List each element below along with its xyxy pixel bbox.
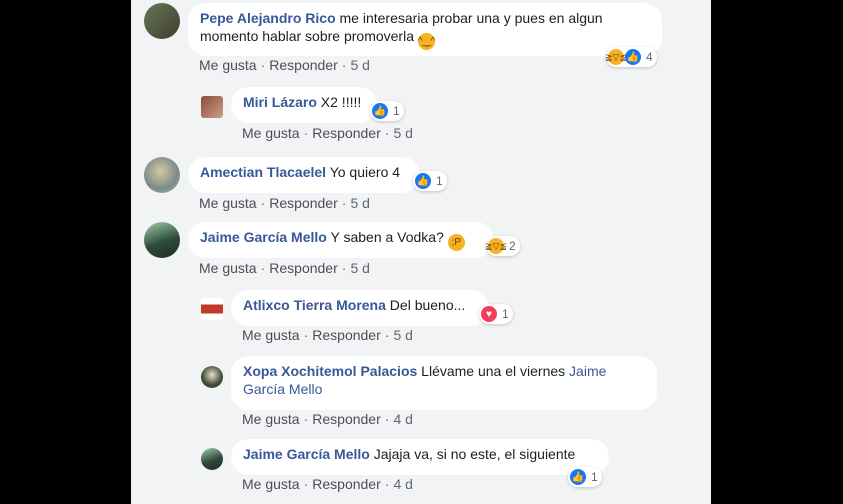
comment-time[interactable]: 5 d	[393, 125, 412, 141]
like-link[interactable]: Me gusta	[242, 411, 300, 427]
like-reaction-icon: 👍	[415, 173, 431, 189]
like-link[interactable]: Me gusta	[242, 125, 300, 141]
comment-author[interactable]: Amectian Tlacaelel	[200, 164, 326, 180]
comment-time[interactable]: 5 d	[350, 57, 369, 73]
reaction-count: 2	[509, 239, 516, 253]
comment-bubble: Jaime García Mello Jajaja va, si no este…	[231, 439, 609, 475]
comment-time[interactable]: 4 d	[393, 476, 412, 492]
comment-bubble: Jaime García Mello Y saben a Vodka? ;P	[188, 222, 494, 258]
like-reaction-icon: 👍	[625, 49, 641, 65]
avatar[interactable]	[201, 298, 223, 320]
comment-text: Jajaja va, si no este, el siguiente	[373, 446, 576, 462]
like-link[interactable]: Me gusta	[199, 260, 257, 276]
comment-actions: Me gusta · Responder · 4 d	[242, 476, 413, 492]
comment-bubble: Atlixco Tierra Morena Del bueno...	[231, 290, 489, 326]
reply-link[interactable]: Responder	[312, 125, 381, 141]
reply-link[interactable]: Responder	[312, 327, 381, 343]
comment-time[interactable]: 4 d	[393, 411, 412, 427]
comment-text: Llévame una el viernes	[421, 363, 566, 379]
like-reaction-icon: 👍	[372, 103, 388, 119]
like-reaction-icon: 👍	[570, 469, 586, 485]
comment-author[interactable]: Pepe Alejandro Rico	[200, 10, 336, 26]
comment-text: X2 !!!!!	[320, 94, 362, 110]
avatar[interactable]	[201, 366, 223, 388]
haha-reaction-icon: ≧▽≦	[485, 238, 507, 254]
haha-reaction-icon: ≧▽≦	[605, 49, 627, 65]
comment-author[interactable]: Jaime García Mello	[243, 446, 370, 462]
comment-time[interactable]: 5 d	[350, 260, 369, 276]
reply-link[interactable]: Responder	[312, 476, 381, 492]
comment-actions: Me gusta · Responder · 4 d	[242, 411, 413, 427]
avatar[interactable]	[201, 448, 223, 470]
reply-link[interactable]: Responder	[269, 195, 338, 211]
comment-text: Y saben a Vodka?	[330, 229, 444, 245]
reaction-count: 1	[393, 104, 400, 118]
comment-actions: Me gusta · Responder · 5 d	[242, 327, 413, 343]
comment-bubble: Pepe Alejandro Rico me interesaria proba…	[188, 3, 662, 56]
comment-text: Yo quiero 4	[329, 164, 401, 180]
reactions-summary[interactable]: 👍 1	[568, 467, 602, 487]
like-link[interactable]: Me gusta	[199, 57, 257, 73]
like-link[interactable]: Me gusta	[242, 327, 300, 343]
comment-time[interactable]: 5 d	[350, 195, 369, 211]
avatar[interactable]	[201, 96, 223, 118]
comment-bubble: Xopa Xochitemol Palacios Llévame una el …	[231, 356, 657, 410]
comment-author[interactable]: Atlixco Tierra Morena	[243, 297, 386, 313]
comments-panel: Pepe Alejandro Rico me interesaria proba…	[131, 0, 711, 504]
avatar[interactable]	[144, 3, 180, 39]
reply-link[interactable]: Responder	[269, 57, 338, 73]
like-link[interactable]: Me gusta	[199, 195, 257, 211]
like-link[interactable]: Me gusta	[242, 476, 300, 492]
reaction-count: 1	[502, 307, 509, 321]
comment-actions: Me gusta · Responder · 5 d	[199, 57, 370, 73]
reaction-count: 1	[591, 470, 598, 484]
reply-link[interactable]: Responder	[269, 260, 338, 276]
love-reaction-icon: ♥	[481, 306, 497, 322]
reaction-count: 4	[646, 50, 653, 64]
reactions-summary[interactable]: 👍 1	[413, 171, 447, 191]
reaction-count: 1	[436, 174, 443, 188]
comment-time[interactable]: 5 d	[393, 327, 412, 343]
avatar[interactable]	[144, 157, 180, 193]
comment-text: Del bueno...	[389, 297, 466, 313]
comment-author[interactable]: Miri Lázaro	[243, 94, 317, 110]
reactions-summary[interactable]: ♥ 1	[479, 304, 513, 324]
reactions-summary[interactable]: ≧▽≦ 2	[485, 236, 520, 256]
reactions-summary[interactable]: 👍 1	[370, 101, 404, 121]
avatar[interactable]	[144, 222, 180, 258]
reply-link[interactable]: Responder	[312, 411, 381, 427]
reactions-summary[interactable]: ≧▽≦ 👍 4	[605, 47, 657, 67]
comment-actions: Me gusta · Responder · 5 d	[199, 260, 370, 276]
grinning-emoji-icon: ^‿^	[417, 33, 435, 50]
comment-bubble: Amectian Tlacaelel Yo quiero 4	[188, 157, 420, 193]
tongue-emoji-icon: ;P	[447, 234, 465, 251]
comment-actions: Me gusta · Responder · 5 d	[199, 195, 370, 211]
comment-bubble: Miri Lázaro X2 !!!!!	[231, 87, 377, 123]
comment-author[interactable]: Xopa Xochitemol Palacios	[243, 363, 417, 379]
comment-actions: Me gusta · Responder · 5 d	[242, 125, 413, 141]
comment-author[interactable]: Jaime García Mello	[200, 229, 327, 245]
